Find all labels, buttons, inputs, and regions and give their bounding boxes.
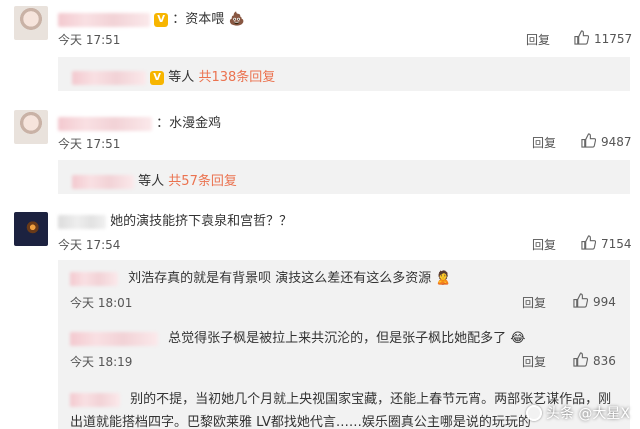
watermark: 头条 @大星X	[525, 403, 630, 423]
reply-count-link[interactable]: 共138条回复	[198, 70, 275, 85]
like-count: 11757	[594, 32, 633, 46]
reply-button[interactable]: 回复	[526, 31, 550, 48]
thumbs-up-icon	[574, 30, 590, 45]
reply-item: 刘浩存真的就是有背景呗 演技这么差还有这么多资源 🙎	[70, 267, 452, 286]
reply-count-link[interactable]: 共57条回复	[168, 174, 237, 189]
laughing-emoji-icon: 😂	[510, 331, 526, 346]
like-button[interactable]: 836	[573, 352, 616, 368]
like-count: 7154	[601, 237, 632, 251]
watermark-logo-icon	[525, 405, 542, 421]
comment-time: 今天 17:54	[58, 238, 121, 252]
comment-header: ：水漫金鸡	[58, 112, 221, 131]
reply-time: 今天 18:01	[70, 296, 133, 310]
redacted-username[interactable]	[70, 331, 158, 346]
reply-text-line-2: 出道就能搭档四字。巴黎欧莱雅 LV都找她代言……娱乐圈真公主哪是说的玩玩的	[70, 415, 531, 429]
reply-summary-box[interactable]: V 等人 共138条回复	[58, 57, 630, 91]
thumbs-up-icon	[573, 352, 589, 367]
redacted-username[interactable]	[70, 271, 118, 286]
redacted-username[interactable]	[70, 392, 120, 407]
thumbs-up-icon	[573, 293, 589, 308]
like-count: 9487	[601, 135, 632, 149]
like-button[interactable]: 9487	[581, 133, 632, 149]
reply-button[interactable]: 回复	[522, 353, 546, 370]
reply-button[interactable]: 回复	[522, 294, 546, 311]
reply-button[interactable]: 回复	[532, 236, 556, 253]
comment-time: 今天 17:51	[58, 137, 121, 151]
redacted-username[interactable]	[58, 116, 152, 131]
redacted-username	[72, 70, 146, 85]
watermark-text: 头条 @大星X	[545, 406, 630, 422]
comment-time: 今天 17:51	[58, 33, 121, 47]
redacted-username[interactable]	[58, 214, 106, 229]
verified-badge-icon: V	[154, 12, 169, 27]
poop-emoji-icon: 💩	[228, 12, 245, 27]
reply-summary-suffix: 等人	[168, 70, 195, 85]
reply-text: 刘浩存真的就是有背景呗 演技这么差还有这么多资源	[128, 271, 432, 286]
reply-button[interactable]: 回复	[532, 134, 556, 151]
reply-item: 总觉得张子枫是被拉上来共沉沦的，但是张子枫比她配多了 😂	[70, 327, 526, 346]
comment-header: 她的演技能挤下袁泉和宫哲？？	[58, 210, 292, 229]
like-count: 994	[593, 295, 616, 309]
reply-time: 今天 18:19	[70, 355, 133, 369]
comment-text: 她的演技能挤下袁泉和宫哲？？	[110, 214, 293, 229]
like-button[interactable]: 11757	[574, 30, 632, 46]
like-button[interactable]: 7154	[581, 235, 632, 251]
thumbs-up-icon	[581, 133, 597, 148]
redacted-username	[72, 174, 134, 189]
like-button[interactable]: 994	[573, 293, 616, 309]
redacted-username[interactable]	[58, 12, 150, 27]
comment-text: ：水漫金鸡	[156, 116, 222, 131]
avatar[interactable]	[14, 110, 48, 144]
reply-summary-box[interactable]: 等人 共57条回复	[58, 160, 630, 194]
reply-summary-suffix: 等人	[138, 174, 165, 189]
verified-badge-icon: V	[150, 70, 165, 85]
comment-header: V ：资本喂 💩	[58, 8, 245, 27]
avatar[interactable]	[14, 212, 48, 246]
thumbs-up-icon	[581, 235, 597, 250]
avatar[interactable]	[14, 6, 48, 40]
person-emoji-icon: 🙎	[435, 271, 452, 286]
like-count: 836	[593, 354, 616, 368]
comment-text: ：资本喂	[172, 12, 225, 27]
reply-text: 总觉得张子枫是被拉上来共沉沦的，但是张子枫比她配多了	[168, 331, 507, 346]
